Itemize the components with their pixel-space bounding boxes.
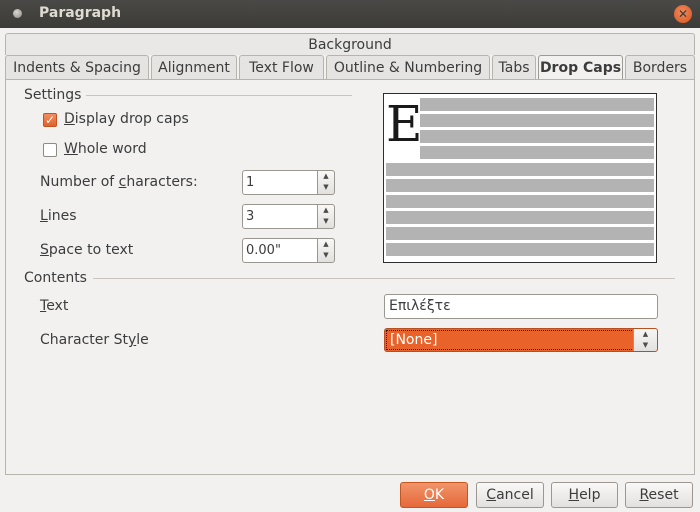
lines-field[interactable]: 3 (242, 204, 318, 229)
preview-line (420, 130, 654, 143)
chevron-up-icon[interactable]: ▲ (318, 171, 334, 182)
whole-word-label[interactable]: Whole word (64, 141, 147, 157)
tab-text-flow[interactable]: Text Flow (239, 55, 324, 79)
ok-button[interactable]: OK (400, 482, 468, 508)
tab-tabs[interactable]: Tabs (492, 55, 536, 79)
cancel-button[interactable]: Cancel (476, 482, 544, 508)
whole-word-checkbox[interactable] (43, 143, 57, 157)
chevron-down-icon[interactable]: ▼ (318, 250, 334, 261)
number-of-characters-label: Number of characters: (40, 174, 198, 190)
number-of-characters-spinner[interactable]: 1 ▲ ▼ (242, 170, 335, 195)
tab-outline-numbering[interactable]: Outline & Numbering (326, 55, 490, 79)
chevron-up-icon[interactable]: ▲ (634, 329, 657, 340)
chevron-up-icon[interactable]: ▲ (318, 205, 334, 216)
window-menu-icon[interactable] (13, 9, 22, 18)
tab-row: Indents & Spacing Alignment Text Flow Ou… (5, 55, 695, 80)
lines-label: Lines (40, 208, 77, 224)
chevron-down-icon[interactable]: ▼ (634, 340, 657, 351)
number-of-characters-field[interactable]: 1 (242, 170, 318, 195)
window-title: Paragraph (39, 5, 122, 21)
contents-heading: Contents (24, 270, 87, 286)
preview-line (420, 146, 654, 159)
help-button[interactable]: Help (551, 482, 618, 508)
preview-line (386, 211, 654, 224)
character-style-arrows[interactable]: ▲ ▼ (633, 329, 657, 351)
display-drop-caps-label[interactable]: Display drop caps (64, 111, 189, 127)
tab-borders[interactable]: Borders (625, 55, 695, 79)
preview-line (386, 227, 654, 240)
tab-background[interactable]: Background (5, 33, 695, 55)
display-drop-caps-checkbox[interactable]: ✓ (43, 113, 57, 127)
character-style-select[interactable]: [None] ▲ ▼ (384, 328, 658, 352)
preview-line (420, 98, 654, 111)
character-style-label: Character Style (40, 332, 149, 348)
title-bar: Paragraph ✕ (0, 0, 700, 28)
number-of-characters-arrows[interactable]: ▲ ▼ (317, 170, 335, 195)
preview-line (386, 243, 654, 256)
lines-arrows[interactable]: ▲ ▼ (317, 204, 335, 229)
tab-row-top: Background (5, 33, 695, 55)
drop-caps-preview (383, 93, 657, 263)
reset-button[interactable]: Reset (625, 482, 693, 508)
lines-spinner[interactable]: 3 ▲ ▼ (242, 204, 335, 229)
preview-line (420, 114, 654, 127)
character-style-value[interactable]: [None] (386, 330, 634, 350)
preview-line (386, 195, 654, 208)
tab-alignment[interactable]: Alignment (151, 55, 237, 79)
tab-indents-spacing[interactable]: Indents & Spacing (5, 55, 149, 79)
chevron-up-icon[interactable]: ▲ (318, 239, 334, 250)
preview-drop-letter: E (386, 95, 423, 153)
contents-separator (93, 278, 675, 279)
chevron-down-icon[interactable]: ▼ (318, 216, 334, 227)
drop-cap-text-input[interactable]: Επιλέξτε (384, 294, 658, 319)
close-icon[interactable]: ✕ (674, 5, 692, 23)
settings-separator (86, 95, 352, 96)
text-label: Text (40, 298, 69, 314)
preview-line (386, 163, 654, 176)
space-to-text-field[interactable]: 0.00" (242, 238, 318, 263)
preview-line (386, 179, 654, 192)
settings-heading: Settings (24, 87, 82, 103)
space-to-text-spinner[interactable]: 0.00" ▲ ▼ (242, 238, 335, 263)
space-to-text-label: Space to text (40, 242, 134, 258)
chevron-down-icon[interactable]: ▼ (318, 182, 334, 193)
tab-drop-caps[interactable]: Drop Caps (538, 55, 623, 80)
space-to-text-arrows[interactable]: ▲ ▼ (317, 238, 335, 263)
